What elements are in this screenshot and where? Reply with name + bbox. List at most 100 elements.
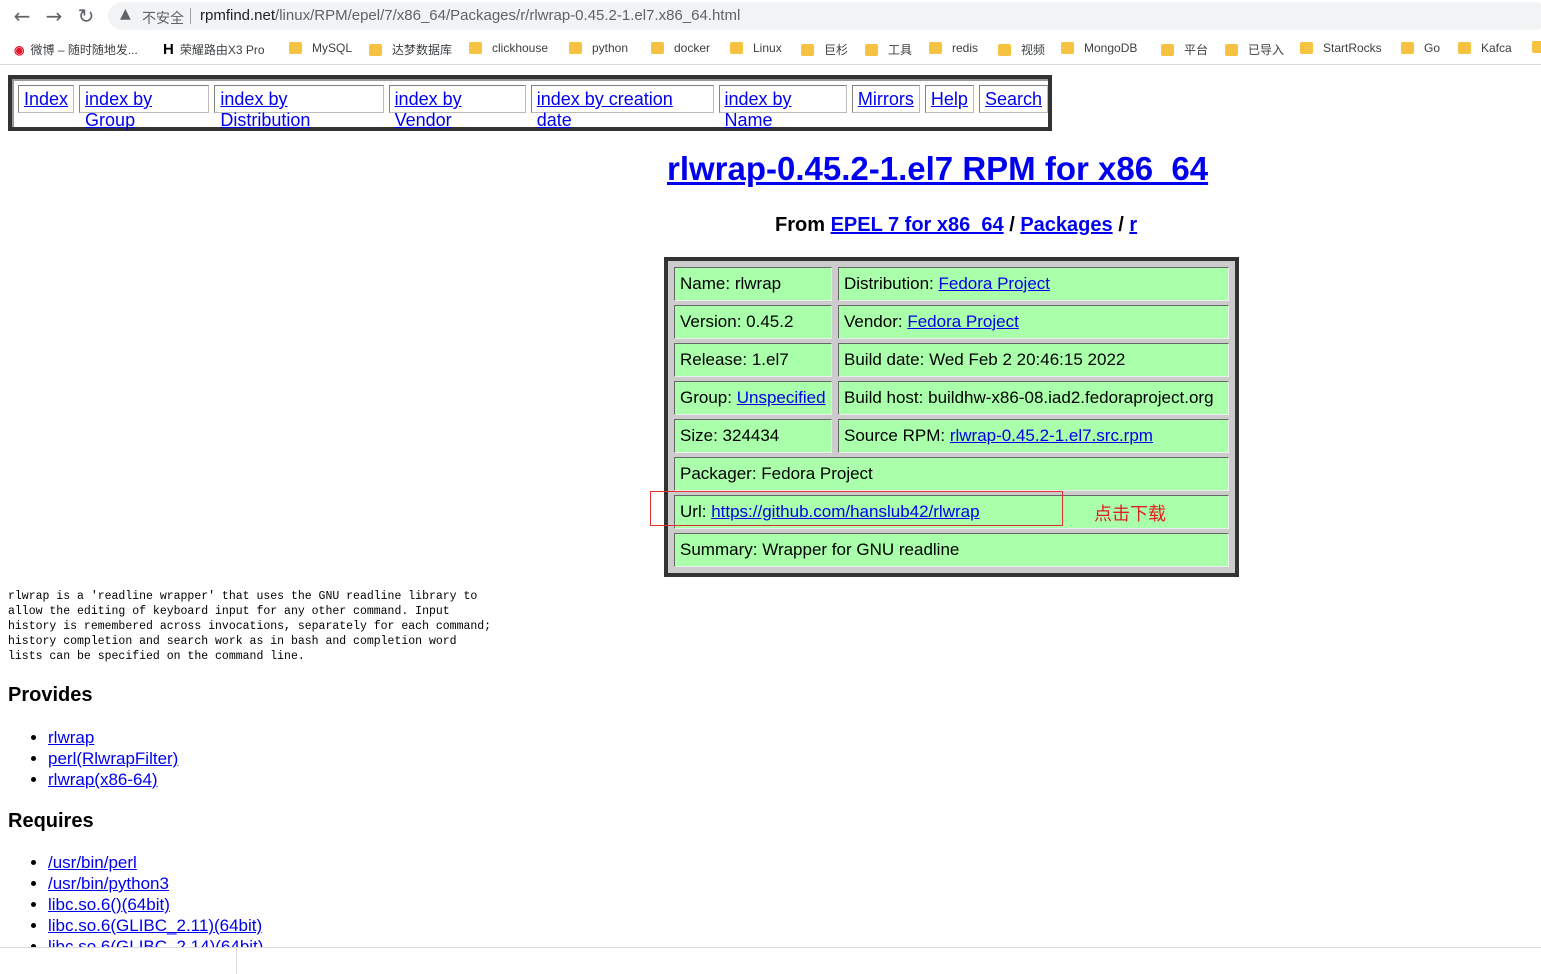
nav-mirrors: Mirrors	[851, 85, 920, 113]
bookmark-folder[interactable]: 巨杉	[801, 41, 848, 58]
folder-icon	[1532, 41, 1541, 53]
nav-vendor: index by Vendor	[388, 85, 526, 130]
bookmark-folder[interactable]: Kafca	[1458, 41, 1512, 55]
folder-icon	[998, 43, 1011, 56]
list-item: perl(RlwrapFilter)	[48, 748, 178, 769]
name-cell: Name: rlwrap	[674, 267, 832, 301]
list-item: /usr/bin/python3	[48, 873, 263, 894]
requires-link[interactable]: /usr/bin/perl	[48, 853, 137, 872]
nav-group: index by Group	[79, 85, 210, 130]
folder-icon	[1061, 42, 1074, 54]
back-icon[interactable]: ←	[10, 4, 34, 28]
requires-list: /usr/bin/perl /usr/bin/python3 libc.so.6…	[30, 852, 263, 957]
nav-link-name[interactable]: index by Name	[725, 89, 792, 130]
breadcrumb-packages[interactable]: Packages	[1020, 214, 1112, 236]
list-item: rlwrap	[48, 727, 178, 748]
list-item: rlwrap(x86-64)	[48, 769, 178, 790]
bookmark-weibo[interactable]: ◉ 微博 – 随时随地发...	[14, 41, 138, 58]
size-cell: Size: 324434	[674, 419, 832, 453]
bookmark-folder[interactable]: StartRocks	[1300, 41, 1382, 55]
bookmark-folder[interactable]: 工具	[865, 41, 912, 58]
folder-icon	[569, 42, 582, 54]
group-cell: Group: Unspecified	[674, 381, 832, 415]
build-date-cell: Build date: Wed Feb 2 20:46:15 2022	[838, 343, 1229, 377]
download-item[interactable]	[0, 948, 237, 974]
nav-link-creation-date[interactable]: index by creation date	[537, 89, 673, 130]
packager-cell: Packager: Fedora Project	[674, 457, 1229, 491]
forward-icon[interactable]: →	[42, 4, 66, 28]
vendor-cell: Vendor: Fedora Project	[838, 305, 1229, 339]
bookmark-folder[interactable]: MongoDB	[1061, 41, 1137, 55]
list-item: /usr/bin/perl	[48, 852, 263, 873]
folder-icon	[1401, 42, 1414, 54]
source-rpm-link[interactable]: rlwrap-0.45.2-1.el7.src.rpm	[950, 426, 1153, 445]
distribution-cell: Distribution: Fedora Project	[838, 267, 1229, 301]
nav-index: Index	[18, 85, 75, 113]
divider	[190, 8, 191, 24]
bookmarks-bar: ◉ 微博 – 随时随地发... H 荣耀路由X3 Pro MySQL 达梦数据库 c…	[0, 33, 1541, 65]
site-nav: Index index by Group index by Distributi…	[8, 75, 1052, 131]
bookmark-honor[interactable]: H 荣耀路由X3 Pro	[163, 41, 265, 58]
provides-link[interactable]: rlwrap(x86-64)	[48, 770, 158, 789]
group-link[interactable]: Unspecified	[737, 388, 826, 407]
nav-link-group[interactable]: index by Group	[85, 89, 152, 130]
build-host-cell: Build host: buildhw-x86-08.iad2.fedorapr…	[838, 381, 1229, 415]
bookmark-folder[interactable]: Go	[1401, 41, 1440, 55]
breadcrumb-repo[interactable]: EPEL 7 for x86_64	[831, 214, 1004, 236]
vendor-link[interactable]: Fedora Project	[907, 312, 1019, 331]
folder-icon	[929, 42, 942, 54]
bookmark-folder[interactable]: python	[569, 41, 628, 55]
requires-link[interactable]: libc.so.6()(64bit)	[48, 895, 170, 914]
nav-link-mirrors[interactable]: Mirrors	[858, 89, 914, 109]
reload-icon[interactable]: ↻	[74, 4, 98, 28]
bookmark-folder[interactable]: redis	[929, 41, 978, 55]
bookmark-folder[interactable]: MySQL	[289, 41, 352, 55]
address-bar[interactable]: ▲ 不安全 rpmfind.net/linux/RPM/epel/7/x86_6…	[108, 2, 1541, 30]
package-info-table: Name: rlwrap Distribution: Fedora Projec…	[664, 257, 1239, 577]
folder-icon	[801, 43, 814, 56]
folder-icon	[865, 43, 878, 56]
source-rpm-cell: Source RPM: rlwrap-0.45.2-1.el7.src.rpm	[838, 419, 1229, 453]
provides-heading: Provides	[8, 684, 93, 706]
bookmark-folder[interactable]: Linux	[730, 41, 782, 55]
bookmark-folder[interactable]: docker	[651, 41, 710, 55]
nav-link-distribution[interactable]: index by Distribution	[220, 89, 310, 130]
provides-list: rlwrap perl(RlwrapFilter) rlwrap(x86-64)	[30, 727, 178, 790]
version-cell: Version: 0.45.2	[674, 305, 832, 339]
honor-icon: H	[163, 41, 174, 58]
provides-link[interactable]: rlwrap	[48, 728, 94, 747]
url-text[interactable]: rpmfind.net/linux/RPM/epel/7/x86_64/Pack…	[200, 7, 740, 24]
breadcrumb-letter[interactable]: r	[1129, 214, 1137, 236]
bookmark-folder[interactable]: 达梦数据库	[369, 41, 452, 58]
distribution-link[interactable]: Fedora Project	[939, 274, 1051, 293]
provides-link[interactable]: perl(RlwrapFilter)	[48, 749, 178, 768]
folder-icon	[651, 42, 664, 54]
nav-creation-date: index by creation date	[530, 85, 714, 130]
breadcrumb-sep: /	[1118, 214, 1124, 236]
download-bar	[0, 947, 1541, 974]
bookmark-folder[interactable]: 视频	[998, 41, 1045, 58]
bookmark-folder[interactable]: 已导入	[1225, 41, 1284, 58]
requires-link[interactable]: libc.so.6(GLIBC_2.11)(64bit)	[48, 916, 262, 935]
requires-link[interactable]: /usr/bin/python3	[48, 874, 169, 893]
bookmark-folder[interactable]	[1532, 41, 1541, 53]
insecure-label: 不安全	[142, 10, 184, 26]
bookmark-folder[interactable]: 平台	[1161, 41, 1208, 58]
folder-icon	[730, 42, 743, 54]
breadcrumb: From EPEL 7 for x86_64 / Packages / r	[775, 214, 1137, 237]
nav-link-help[interactable]: Help	[931, 89, 968, 109]
browser-toolbar: ← → ↻ ▲ 不安全 rpmfind.net/linux/RPM/epel/7…	[0, 0, 1541, 33]
folder-icon	[289, 42, 302, 54]
from-label: From	[775, 214, 825, 236]
nav-link-index[interactable]: Index	[24, 89, 68, 109]
bookmark-folder[interactable]: clickhouse	[469, 41, 548, 55]
weibo-icon: ◉	[14, 42, 25, 57]
list-item: libc.so.6()(64bit)	[48, 894, 263, 915]
warning-icon: ▲	[120, 6, 131, 22]
nav-link-search[interactable]: Search	[985, 89, 1042, 109]
highlight-box	[650, 491, 1063, 526]
page-title[interactable]: rlwrap-0.45.2-1.el7 RPM for x86_64	[667, 150, 1208, 188]
nav-distribution: index by Distribution	[214, 85, 384, 130]
release-cell: Release: 1.el7	[674, 343, 832, 377]
nav-link-vendor[interactable]: index by Vendor	[395, 89, 462, 130]
